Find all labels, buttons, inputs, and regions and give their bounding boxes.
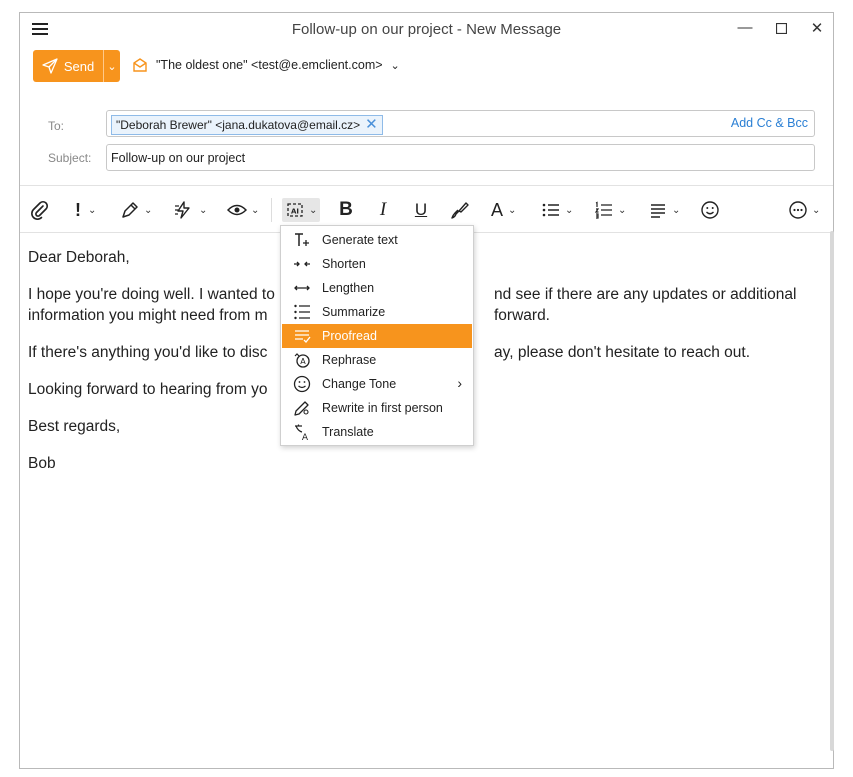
numbered-list-button[interactable]: ⌄ bbox=[594, 198, 626, 222]
window-title: Follow-up on our project - New Message bbox=[291, 21, 562, 38]
menu-item-label: Lengthen bbox=[322, 281, 375, 295]
recipient-chip[interactable]: "Deborah Brewer" <jana.dukatova@email.cz… bbox=[111, 115, 383, 135]
underline-icon: U bbox=[414, 200, 428, 219]
to-label: To: bbox=[48, 119, 65, 133]
pen-icon bbox=[122, 202, 138, 218]
body-line: ay, please don't hesitate to reach out. bbox=[494, 344, 751, 361]
recipient-text: "Deborah Brewer" <jana.dukatova@email.cz… bbox=[116, 118, 361, 132]
chevron-down-icon: ⌄ bbox=[390, 59, 400, 72]
maximize-icon[interactable] bbox=[769, 19, 793, 39]
attach-button[interactable] bbox=[30, 198, 50, 222]
minimize-icon[interactable]: — bbox=[733, 19, 757, 39]
title-bar: Follow-up on our project - New Message —… bbox=[20, 13, 833, 47]
emoji-button[interactable] bbox=[700, 198, 720, 222]
body-line: If there's anything you'd like to disc bbox=[28, 344, 268, 361]
menu-item-summarize[interactable]: Summarize bbox=[282, 300, 472, 324]
shorten-icon bbox=[282, 255, 322, 273]
menu-item-label: Rewrite in first person bbox=[322, 401, 443, 415]
add-cc-bcc-link[interactable]: Add Cc & Bcc bbox=[731, 116, 808, 130]
menu-item-lengthen[interactable]: Lengthen bbox=[282, 276, 472, 300]
send-label: Send bbox=[63, 58, 95, 74]
menu-item-rephrase[interactable]: A Rephrase bbox=[282, 348, 472, 372]
close-icon[interactable]: ✕ bbox=[805, 19, 829, 39]
summarize-icon bbox=[282, 303, 322, 321]
ai-assistant-menu: Generate text Shorten Lengthen Summarize… bbox=[280, 225, 474, 446]
toolbar-separator bbox=[271, 198, 272, 222]
font-a-icon: A bbox=[490, 199, 503, 220]
body-line: Bob bbox=[28, 455, 56, 472]
change-tone-icon bbox=[282, 375, 322, 393]
more-icon bbox=[789, 201, 807, 219]
menu-item-generate-text[interactable]: Generate text bbox=[282, 228, 472, 252]
remove-recipient-icon[interactable]: ✕ bbox=[365, 116, 378, 134]
subject-field[interactable]: Follow-up on our project bbox=[106, 144, 815, 171]
proofread-icon bbox=[282, 327, 322, 345]
menu-item-label: Proofread bbox=[322, 329, 377, 343]
importance-button[interactable]: ! ⌄ bbox=[72, 198, 96, 222]
menu-item-label: Change Tone bbox=[322, 377, 397, 391]
paint-brush-icon bbox=[451, 202, 469, 219]
menu-item-shorten[interactable]: Shorten bbox=[282, 252, 472, 276]
ai-assistant-button[interactable]: AI ⌄ bbox=[282, 198, 321, 222]
smiley-icon bbox=[701, 201, 719, 219]
send-button-group: Send ⌄ bbox=[33, 50, 120, 82]
menu-item-rewrite-first-person[interactable]: Rewrite in first person bbox=[282, 396, 472, 420]
font-style-button[interactable]: A ⌄ bbox=[490, 198, 516, 222]
menu-item-change-tone[interactable]: Change Tone › bbox=[282, 372, 472, 396]
menu-item-proofread[interactable]: Proofread bbox=[282, 324, 472, 348]
body-line: nd see if there are any updates or addit… bbox=[494, 286, 797, 303]
lightning-icon bbox=[175, 201, 190, 219]
format-painter-button[interactable] bbox=[450, 198, 470, 222]
underline-button[interactable]: U bbox=[414, 198, 428, 222]
quick-text-button[interactable]: ⌄ bbox=[173, 198, 207, 222]
menu-item-label: Summarize bbox=[322, 305, 386, 319]
numbered-list-icon bbox=[594, 201, 612, 219]
svg-text:A: A bbox=[300, 357, 306, 366]
lengthen-icon bbox=[282, 279, 322, 297]
italic-icon: I bbox=[379, 199, 387, 220]
alignment-button[interactable]: ⌄ bbox=[648, 198, 680, 222]
signature-button[interactable]: ⌄ bbox=[120, 198, 152, 222]
menu-item-label: Shorten bbox=[322, 257, 366, 271]
body-line: Looking forward to hearing from yo bbox=[28, 381, 268, 398]
menu-item-translate[interactable]: A Translate bbox=[282, 420, 472, 444]
bold-icon: B bbox=[339, 199, 353, 220]
chevron-right-icon: › bbox=[457, 375, 462, 391]
eye-icon bbox=[227, 204, 247, 216]
menu-item-label: Translate bbox=[322, 425, 374, 439]
from-address: "The oldest one" <test@e.emclient.com> bbox=[156, 58, 383, 72]
send-button[interactable]: Send bbox=[33, 50, 103, 82]
align-left-icon bbox=[651, 204, 665, 218]
account-icon bbox=[133, 58, 147, 72]
body-line: I hope you're doing well. I wanted to bbox=[28, 286, 275, 303]
body-line: information you might need from m bbox=[28, 307, 268, 324]
generate-text-icon bbox=[282, 231, 322, 249]
translate-icon: A bbox=[282, 423, 322, 441]
bullet-list-icon bbox=[542, 203, 559, 217]
send-options-dropdown[interactable]: ⌄ bbox=[103, 50, 120, 82]
italic-button[interactable]: I bbox=[376, 198, 390, 222]
more-options-button[interactable]: ⌄ bbox=[788, 198, 820, 222]
vertical-scrollbar[interactable] bbox=[830, 231, 834, 751]
rephrase-icon: A bbox=[282, 351, 322, 369]
menu-item-label: Generate text bbox=[322, 233, 398, 247]
from-account-selector[interactable]: "The oldest one" <test@e.emclient.com> ⌄ bbox=[132, 57, 400, 73]
bold-button[interactable]: B bbox=[338, 198, 354, 222]
svg-text:A: A bbox=[302, 433, 309, 441]
read-receipt-button[interactable]: ⌄ bbox=[227, 198, 259, 222]
svg-text:AI: AI bbox=[291, 208, 299, 216]
body-line: forward. bbox=[494, 307, 550, 324]
paperclip-icon bbox=[31, 200, 49, 220]
send-icon bbox=[42, 58, 58, 74]
subject-label: Subject: bbox=[48, 151, 92, 165]
menu-item-label: Rephrase bbox=[322, 353, 377, 367]
ai-icon: AI bbox=[287, 203, 303, 217]
bullet-list-button[interactable]: ⌄ bbox=[541, 198, 573, 222]
to-field[interactable]: "Deborah Brewer" <jana.dukatova@email.cz… bbox=[106, 110, 815, 137]
body-line: Dear Deborah, bbox=[28, 249, 130, 266]
body-line: Best regards, bbox=[28, 418, 121, 435]
rewrite-icon bbox=[282, 399, 322, 417]
subject-value: Follow-up on our project bbox=[111, 151, 246, 165]
exclamation-icon: ! bbox=[75, 199, 81, 220]
